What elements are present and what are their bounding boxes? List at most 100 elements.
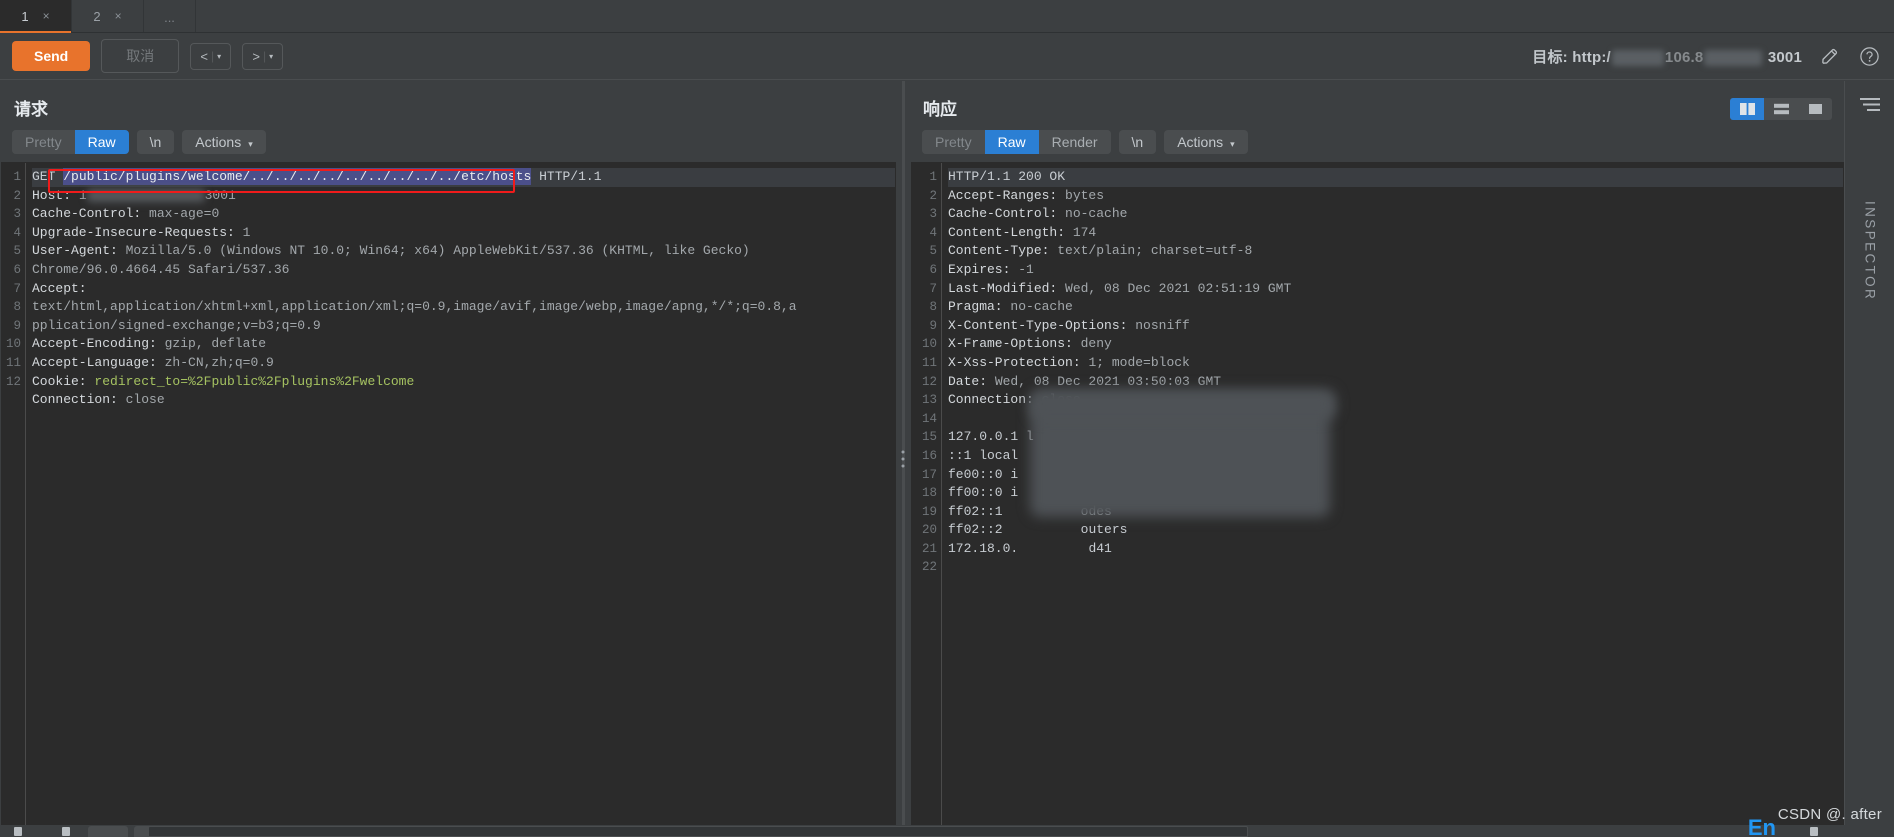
single-view-button[interactable] [1798, 98, 1832, 120]
line-number: 14 [921, 411, 937, 426]
response-tab-render[interactable]: Render [1038, 130, 1111, 154]
target-url-middle: 106.8 [1664, 48, 1704, 66]
line-number: 2 [929, 188, 937, 203]
pane-splitter[interactable] [896, 81, 910, 837]
layout-toggle-group [1730, 98, 1832, 120]
line-number: 11 [921, 355, 937, 370]
target-url-port: 3001 [1767, 48, 1802, 66]
code-line: Connection: close [32, 392, 165, 408]
next-arrow-icon: > [252, 48, 260, 64]
tab-1[interactable]: 1 × [0, 0, 72, 33]
http-version: HTTP/1.1 [531, 169, 602, 184]
tab-2[interactable]: 2 × [72, 0, 144, 32]
prev-request-button[interactable]: < | ▾ [190, 42, 232, 70]
nav-separator: | [210, 49, 215, 63]
request-code[interactable]: GET /public/plugins/welcome/../../../../… [26, 163, 895, 836]
code-line: Cookie: redirect_to=%2Fpublic%2Fplugins%… [32, 373, 415, 389]
request-line-numbers: 1 2 3 4 5 6 7 8 9 10 11 12 [2, 163, 26, 836]
code-line: Content-Length: 174 [948, 224, 1097, 240]
response-tab-raw[interactable]: Raw [984, 130, 1039, 154]
code-line: Cache-Control: max-age=0 [32, 206, 220, 222]
code-line: text/html,application/xhtml+xml,applicat… [32, 299, 797, 315]
request-tab-pretty[interactable]: Pretty [12, 130, 75, 154]
line-number: 17 [921, 467, 937, 482]
bottom-button-1[interactable] [88, 826, 128, 837]
code-line: pplication/signed-exchange;v=b3;q=0.9 [32, 317, 321, 333]
splitter-grip-icon[interactable] [901, 450, 905, 468]
bottom-status-strip [0, 825, 1894, 837]
tab-overflow-button[interactable]: ... [144, 0, 196, 32]
code-line: X-Content-Type-Options: nosniff [948, 317, 1190, 333]
response-editor[interactable]: 1 2 3 4 5 6 7 8 9 10 11 12 13 14 15 16 17 18 19 20 21 22 HTTP… [911, 162, 1844, 837]
line-number: 4 [13, 225, 21, 240]
line-number: 12 [921, 374, 937, 389]
chevron-down-icon: ▾ [1230, 139, 1235, 149]
code-line: Pragma: no-cache [948, 299, 1073, 315]
line-number: 15 [921, 430, 937, 445]
response-actions-menu[interactable]: Actions ▾ [1164, 130, 1248, 154]
split-horizontal-view-button[interactable] [1764, 98, 1798, 120]
request-actions-label: Actions [195, 134, 242, 150]
bottom-indicator-1 [14, 827, 22, 836]
line-number: 5 [13, 244, 21, 259]
request-pane-title: 请求 [14, 100, 48, 119]
hamburger-menu-icon[interactable] [1859, 98, 1880, 117]
line-number: 7 [13, 281, 21, 296]
bottom-indicator-3 [1810, 827, 1818, 836]
code-line: Accept-Language: zh-CN,zh;q=0.9 [32, 354, 274, 370]
response-pane: 响应 Pretty Raw Render \n Actions ▾ 1234567… [910, 81, 1844, 837]
tab-2-close-icon[interactable]: × [115, 9, 122, 23]
pencil-icon[interactable] [1816, 43, 1842, 69]
bottom-indicator-2 [62, 827, 70, 836]
line-number: 20 [921, 523, 937, 538]
code-line: Upgrade-Insecure-Requests: 1 [32, 224, 251, 240]
target-url-prefix: 目标: http:/ [1532, 48, 1611, 66]
inspector-label[interactable]: INSPECTOR [1863, 201, 1878, 301]
help-icon[interactable] [1856, 43, 1882, 69]
chevron-down-icon: ▾ [217, 51, 222, 61]
code-line: HTTP/1.1 200 OK [948, 168, 1843, 187]
line-number: 6 [13, 262, 21, 277]
inspector-rail: INSPECTOR [1844, 81, 1894, 837]
response-actions-label: Actions [1177, 134, 1224, 150]
http-method: GET [32, 169, 64, 184]
split-vertical-view-button[interactable] [1730, 98, 1764, 120]
line-number: 2 [13, 188, 21, 203]
line-number: 22 [921, 560, 937, 575]
request-tab-raw[interactable]: Raw [74, 130, 129, 154]
code-line: X-Xss-Protection: 1; mode=block [948, 354, 1190, 370]
line-number: 1 [13, 170, 21, 184]
send-button[interactable]: Send [12, 41, 91, 71]
response-body-redaction-2 [1030, 389, 1336, 419]
code-line: User-Agent: Mozilla/5.0 (Windows NT 10.0… [32, 243, 750, 259]
next-request-button[interactable]: > | ▾ [242, 42, 284, 70]
code-line: Accept: [32, 280, 87, 296]
code-line: Expires: -1 [948, 261, 1034, 277]
line-number: 9 [929, 318, 937, 333]
chevron-down-icon: ▾ [269, 51, 274, 61]
tab-1-label: 1 [21, 8, 29, 24]
line-number: 12 [5, 374, 21, 389]
line-number: 18 [921, 486, 937, 501]
code-line: Content-Type: text/plain; charset=utf-8 [948, 243, 1253, 259]
line-number: 10 [921, 337, 937, 352]
request-newline-toggle[interactable]: \n [136, 130, 175, 154]
line-number: 19 [921, 504, 937, 519]
request-view-tabs: Pretty Raw \n Actions ▾ [0, 130, 896, 162]
request-actions-menu[interactable]: Actions ▾ [182, 130, 266, 154]
line-number: 5 [929, 244, 937, 259]
target-url-label: 目标: http:/ 106.8 3001 [1532, 46, 1802, 67]
tab-1-close-icon[interactable]: × [43, 9, 50, 23]
code-line: Chrome/96.0.4664.45 Safari/537.36 [32, 261, 290, 277]
cancel-button[interactable]: 取消 [101, 39, 180, 73]
request-editor[interactable]: 1 2 3 4 5 6 7 8 9 10 11 12 GET /public/plugins/welc… [1, 162, 896, 837]
line-number: 21 [921, 541, 937, 556]
request-pane: 请求 Pretty Raw \n Actions ▾ 1 2 3 4 5 6 7 8 9 10 11 1… [0, 81, 896, 837]
response-tab-pretty[interactable]: Pretty [922, 130, 985, 154]
response-newline-toggle[interactable]: \n [1118, 130, 1157, 154]
line-number: 6 [929, 262, 937, 277]
bottom-search-field[interactable] [148, 826, 1248, 837]
